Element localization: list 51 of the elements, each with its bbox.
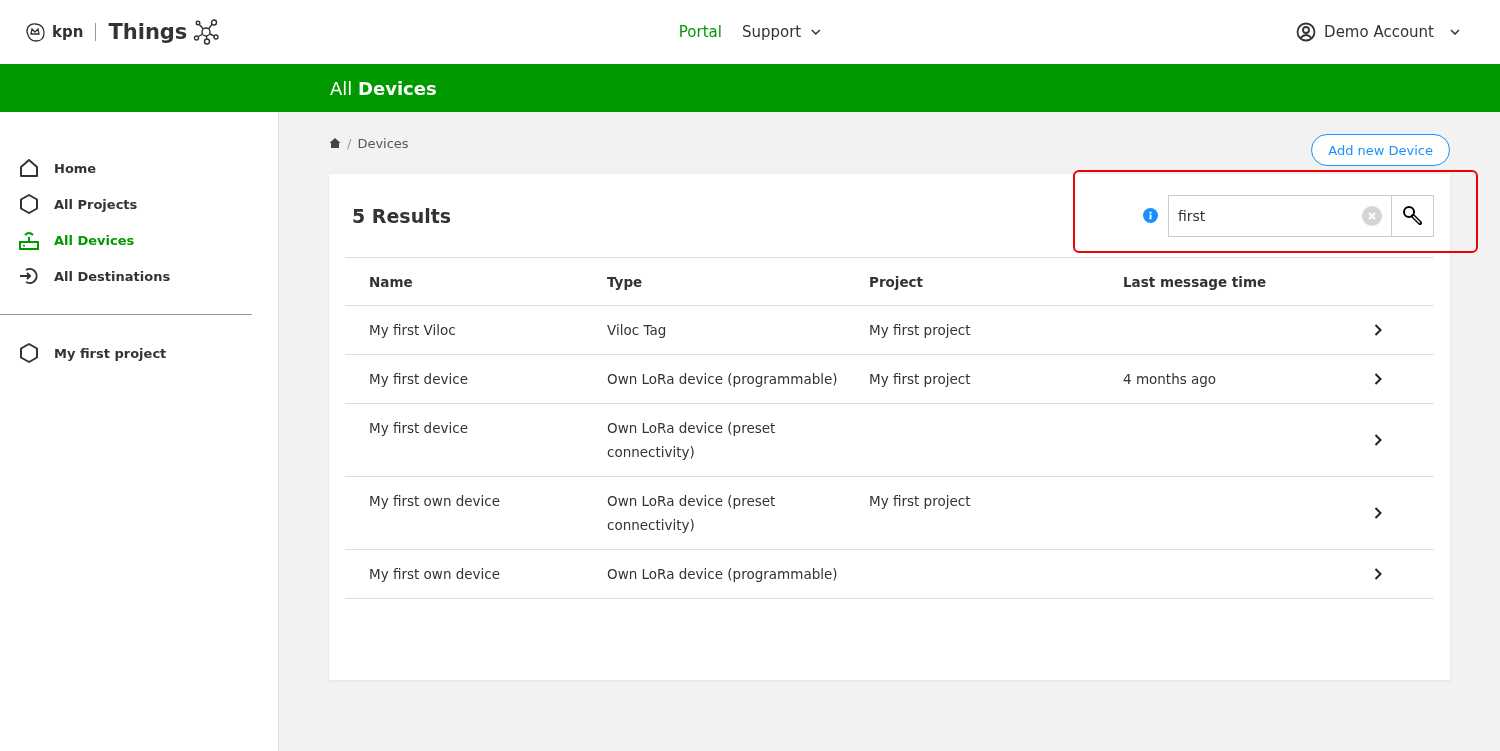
table-cell: Own LoRa device (programmable) [607,566,838,582]
chevron-down-icon[interactable] [811,29,822,35]
table-cell: Own LoRa device (programmable) [607,371,838,387]
search-button[interactable] [1392,194,1434,237]
home-icon[interactable] [329,137,341,149]
table-cell: My first device [369,371,468,387]
hexagon-icon [18,193,40,215]
chevron-down-icon[interactable] [1450,29,1460,35]
sidebar-item[interactable]: All Devices [0,222,278,258]
chevron-right-icon[interactable] [1374,373,1382,385]
info-icon[interactable] [1143,208,1158,223]
sidebar-item[interactable]: Home [0,150,278,186]
column-header: Last message time [1099,257,1374,306]
chevron-right-icon[interactable] [1374,568,1382,580]
network-nodes-icon [193,19,220,45]
table-cell: My first own device [369,566,501,582]
results-count: 5 Results [352,204,453,227]
table-cell: My first device [369,420,468,436]
logo-brand: kpn [52,23,84,41]
table-cell: My first project [869,493,971,509]
sidebar-item[interactable]: My first project [0,335,278,371]
column-header: Name [345,257,583,306]
table-cell: Viloc Tag [607,322,667,338]
column-header: Type [583,257,845,306]
nav-link[interactable]: Portal [678,23,722,41]
house-icon [18,157,40,179]
table-cell: Own LoRa device (preset connectivity) [607,493,776,533]
breadcrumb-separator: / [347,135,352,151]
table-cell: My first own device [369,493,501,509]
table-cell: My first project [869,371,971,387]
chevron-right-icon[interactable] [1374,507,1382,519]
table-cell: My first Viloc [369,322,456,338]
column-header: Project [845,257,1099,306]
account-menu[interactable]: Demo Account [1324,23,1434,41]
page-title: All Devices [330,77,437,99]
search-field[interactable]: first [1168,194,1392,237]
sidebar-item[interactable]: All Destinations [0,258,278,294]
search-icon [1401,204,1424,227]
hexagon-icon [18,342,40,364]
table-cell: My first project [869,322,971,338]
breadcrumb-item: Devices [357,135,409,151]
router-icon [18,229,40,251]
user-icon [1296,22,1317,42]
nav-link[interactable]: Support [741,23,822,41]
table-cell: 4 months ago [1123,371,1217,387]
logo-product: Things [108,20,188,44]
arrow-in-circle-icon [18,265,40,287]
chevron-right-icon[interactable] [1374,324,1382,336]
table-cell: Own LoRa device (preset connectivity) [607,420,776,460]
sidebar-item[interactable]: All Projects [0,186,278,222]
chevron-right-icon[interactable] [1374,434,1382,446]
